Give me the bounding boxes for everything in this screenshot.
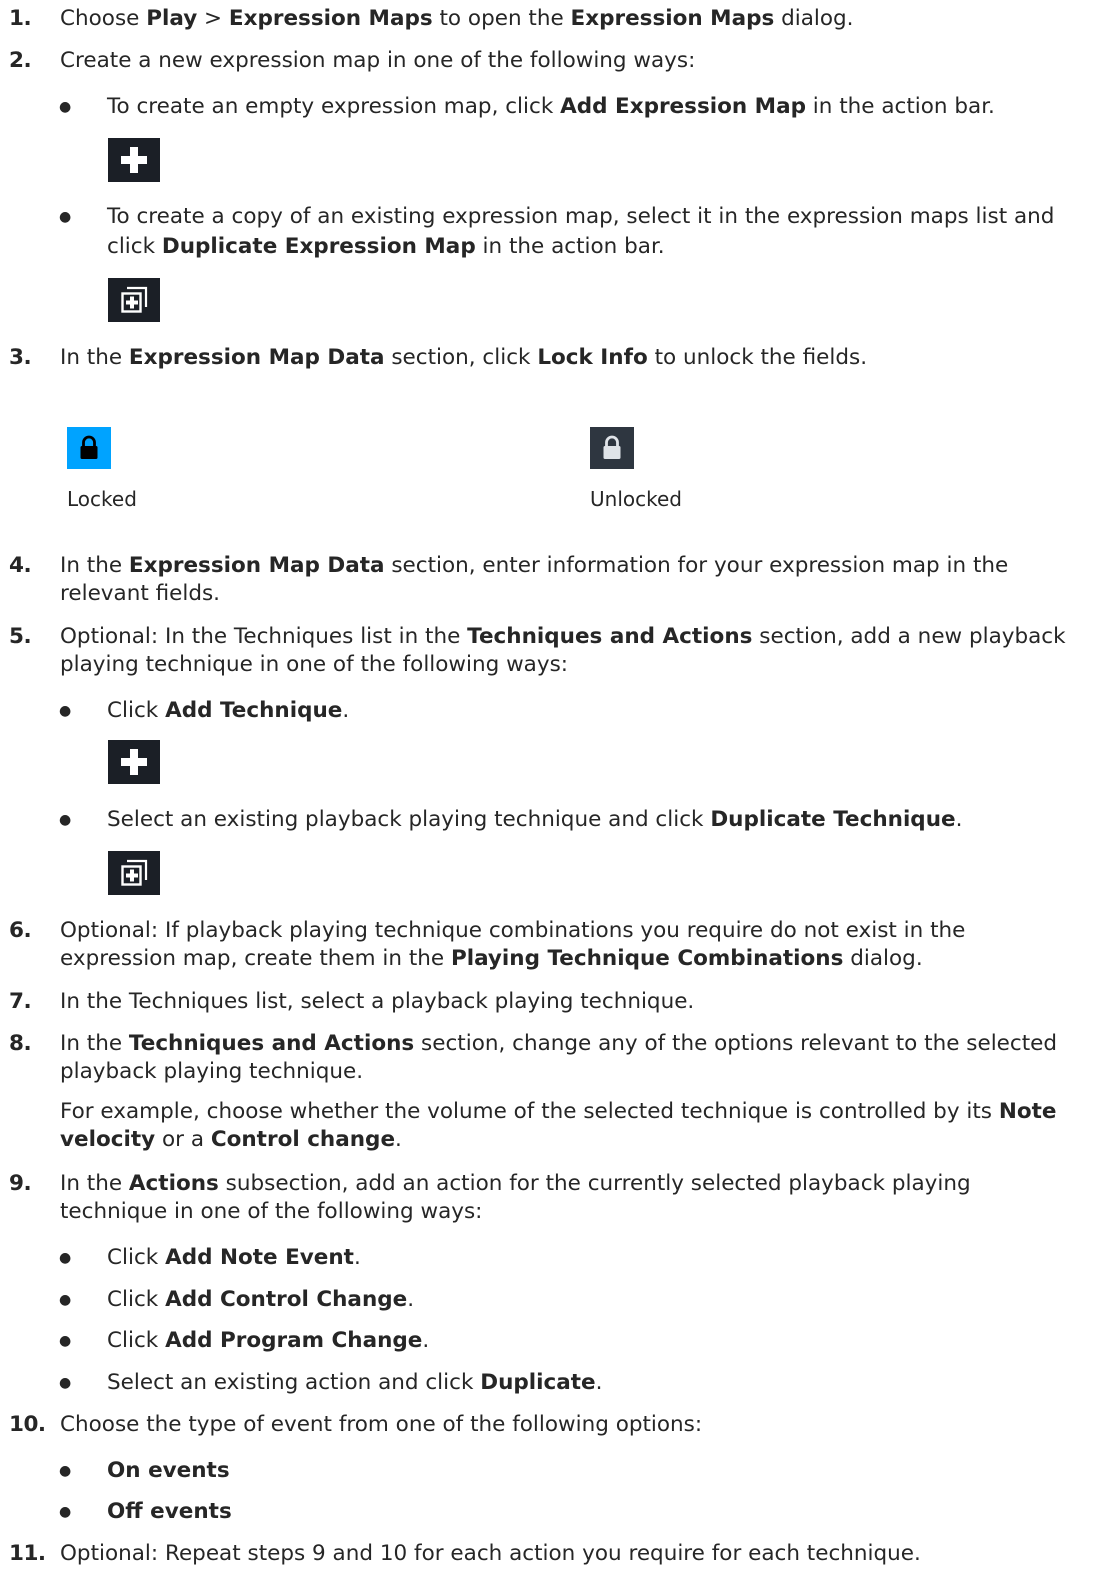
bullet-text: Select an existing action and click Dupl… bbox=[107, 1370, 603, 1395]
ui-term: Add Technique bbox=[165, 698, 343, 723]
step-number: 1. bbox=[9, 6, 32, 31]
step-number: 10. bbox=[9, 1412, 46, 1437]
bullet-text: To create an empty expression map, click… bbox=[107, 94, 995, 119]
step-text: In the Techniques list, select a playbac… bbox=[60, 989, 695, 1014]
step-text: Choose Play > Expression Maps to open th… bbox=[60, 6, 854, 31]
duplicate-technique-button[interactable] bbox=[108, 851, 160, 895]
duplicate-icon bbox=[121, 859, 148, 886]
ui-term: velocity bbox=[60, 1127, 156, 1152]
step-text-cont: expression map, create them in the Playi… bbox=[60, 946, 923, 971]
bullet-glyph: ● bbox=[59, 1463, 72, 1479]
ui-term: Play bbox=[146, 6, 198, 31]
ui-term: Add Program Change bbox=[165, 1328, 423, 1353]
bullet-glyph: ● bbox=[59, 99, 72, 115]
ui-term: Duplicate Technique bbox=[710, 807, 956, 832]
step-number: 11. bbox=[9, 1541, 46, 1566]
bullet-text: Off events bbox=[107, 1497, 232, 1527]
ui-term: Expression Map Data bbox=[128, 553, 385, 578]
step-example: For example, choose whether the volume o… bbox=[60, 1099, 1057, 1124]
step-example-cont: velocity or a Control change. bbox=[60, 1127, 402, 1152]
step-text: In the Expression Map Data section, ente… bbox=[60, 553, 1009, 578]
ui-term: On events bbox=[107, 1458, 230, 1483]
bullet-glyph: ● bbox=[59, 1375, 72, 1391]
bullet-glyph: ● bbox=[59, 1292, 72, 1308]
step-number: 4. bbox=[9, 553, 32, 578]
step-text: Create a new expression map in one of th… bbox=[60, 48, 696, 73]
ui-term: Duplicate bbox=[480, 1370, 596, 1395]
ui-term: Note bbox=[998, 1099, 1057, 1124]
lock-unlocked-icon bbox=[603, 435, 621, 459]
ui-term: Control change bbox=[210, 1127, 396, 1152]
bullet-text: To create a copy of an existing expressi… bbox=[107, 204, 1055, 229]
ui-term: Off events bbox=[107, 1499, 232, 1524]
step-text: Optional: If playback playing technique … bbox=[60, 918, 966, 943]
lock-caption-locked: Locked bbox=[67, 487, 137, 511]
step-number: 6. bbox=[9, 918, 32, 943]
ui-term: Expression Map Data bbox=[128, 345, 385, 370]
bullet-glyph: ● bbox=[59, 812, 72, 828]
add-technique-button[interactable] bbox=[108, 740, 160, 784]
bullet-glyph: ● bbox=[59, 1250, 72, 1266]
plus-icon bbox=[121, 749, 147, 775]
lock-info-button-locked[interactable] bbox=[67, 427, 111, 469]
lock-info-button-unlocked[interactable] bbox=[590, 427, 634, 469]
bullet-text: Click Add Note Event. bbox=[107, 1245, 361, 1270]
ui-term: Duplicate Expression Map bbox=[161, 234, 476, 259]
step-number: 5. bbox=[9, 624, 32, 649]
bullet-text: Click Add Program Change. bbox=[107, 1328, 430, 1353]
step-text: In the Techniques and Actions section, c… bbox=[60, 1031, 1058, 1056]
step-number: 2. bbox=[9, 48, 32, 73]
step-text-cont: technique in one of the following ways: bbox=[60, 1199, 483, 1224]
bullet-text-cont: click Duplicate Expression Map in the ac… bbox=[107, 234, 665, 259]
add-expression-map-button[interactable] bbox=[108, 138, 160, 182]
plus-icon bbox=[121, 147, 147, 173]
ui-term: Techniques and Actions bbox=[128, 1031, 415, 1056]
bullet-glyph: ● bbox=[59, 1333, 72, 1349]
duplicate-expression-map-button[interactable] bbox=[108, 278, 160, 322]
lock-caption-unlocked: Unlocked bbox=[590, 487, 682, 511]
step-text: Choose the type of event from one of the… bbox=[60, 1412, 703, 1437]
ui-term: Playing Technique Combinations bbox=[450, 946, 844, 971]
step-text: Optional: Repeat steps 9 and 10 for each… bbox=[60, 1541, 921, 1566]
bullet-glyph: ● bbox=[59, 209, 72, 225]
step-text: Optional: In the Techniques list in the … bbox=[60, 624, 1066, 649]
ui-term: Expression Maps bbox=[570, 6, 775, 31]
step-text: In the Expression Map Data section, clic… bbox=[60, 345, 868, 370]
step-number: 3. bbox=[9, 345, 32, 370]
ui-term: Add Expression Map bbox=[560, 94, 806, 119]
step-number: 7. bbox=[9, 989, 32, 1014]
lock-locked-icon bbox=[80, 435, 98, 459]
ui-term: Lock Info bbox=[537, 345, 648, 370]
bullet-glyph: ● bbox=[59, 1504, 72, 1520]
ui-term: Add Control Change bbox=[165, 1287, 408, 1312]
bullet-text: Select an existing playback playing tech… bbox=[107, 807, 963, 832]
step-text-cont: relevant fields. bbox=[60, 581, 221, 606]
step-text: In the Actions subsection, add an action… bbox=[60, 1171, 971, 1196]
bullet-text: Click Add Technique. bbox=[107, 698, 350, 723]
ui-term: Actions bbox=[128, 1171, 219, 1196]
step-number: 8. bbox=[9, 1031, 32, 1056]
bullet-glyph: ● bbox=[59, 703, 72, 719]
step-number: 9. bbox=[9, 1171, 32, 1196]
step-text-cont: playback playing technique. bbox=[60, 1059, 364, 1084]
ui-term: Expression Maps bbox=[228, 6, 433, 31]
bullet-text: On events bbox=[107, 1456, 230, 1486]
step-text-cont: playing technique in one of the followin… bbox=[60, 652, 569, 677]
ui-term: Add Note Event bbox=[165, 1245, 354, 1270]
ui-term: Techniques and Actions bbox=[467, 624, 753, 649]
duplicate-icon bbox=[121, 286, 148, 313]
bullet-text: Click Add Control Change. bbox=[107, 1287, 415, 1312]
